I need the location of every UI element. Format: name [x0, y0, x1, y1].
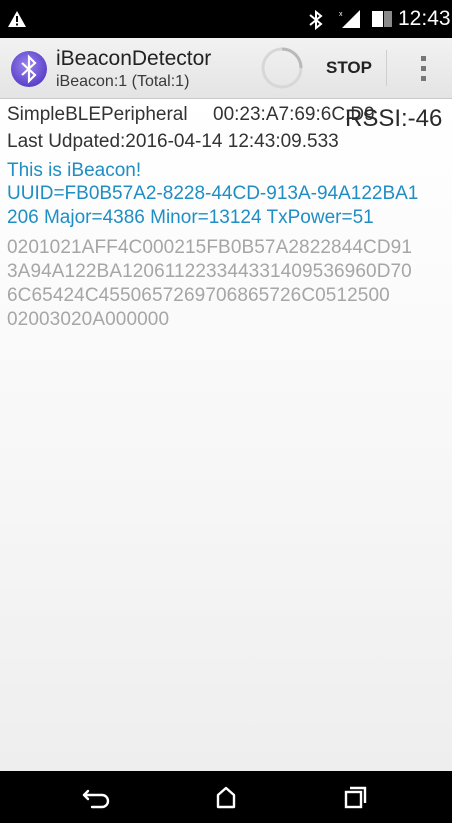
raw-data-line: 02003020A000000	[7, 309, 170, 330]
raw-data-line: 0201021AFF4C000215FB0B57A2822844CD91	[7, 237, 413, 258]
list-item[interactable]: SimpleBLEPeripheral 00:23:A7:69:6C:D9 RS…	[0, 99, 452, 339]
status-time: 12:43	[398, 7, 451, 30]
navigation-bar	[0, 771, 452, 823]
battery-icon	[372, 11, 392, 27]
svg-text:x: x	[339, 11, 343, 18]
bluetooth-app-icon	[11, 51, 47, 87]
ibeacon-uuid: UUID=FB0B57A2-8228-44CD-913A-94A122BA1	[7, 183, 419, 204]
action-bar: iBeaconDetector iBeacon:1 (Total:1) STOP	[0, 38, 452, 99]
warning-icon	[8, 11, 26, 27]
last-updated: Last Udpated:2016-04-14 12:43:09.533	[7, 131, 339, 152]
beacon-count: iBeacon:1 (Total:1)	[56, 73, 190, 90]
ibeacon-label: This is iBeacon!	[7, 160, 142, 181]
stop-button[interactable]: STOP	[316, 48, 382, 88]
menu-dot	[421, 66, 426, 71]
ibeacon-params: 206 Major=4386 Minor=13124 TxPower=51	[7, 207, 374, 228]
home-icon[interactable]	[206, 779, 246, 815]
signal-icon: x	[339, 10, 360, 28]
overflow-menu-icon[interactable]	[406, 50, 440, 86]
menu-dot	[421, 76, 426, 81]
raw-data-line: 3A94A122BA120611223344331409536960D70	[7, 261, 412, 282]
bluetooth-icon	[309, 9, 323, 31]
progress-spinner	[261, 47, 303, 89]
recents-icon[interactable]	[335, 779, 375, 815]
status-bar: x 12:43	[0, 0, 452, 38]
device-list[interactable]: SimpleBLEPeripheral 00:23:A7:69:6C:D9 RS…	[0, 99, 452, 771]
rssi-value: RSSI:-46	[345, 105, 443, 132]
app-title: iBeaconDetector	[56, 47, 212, 70]
raw-data-line: 6C65424C4550657269706865726C0512500	[7, 285, 390, 306]
back-icon[interactable]	[76, 779, 116, 815]
action-divider	[386, 50, 387, 86]
menu-dot	[421, 56, 426, 61]
